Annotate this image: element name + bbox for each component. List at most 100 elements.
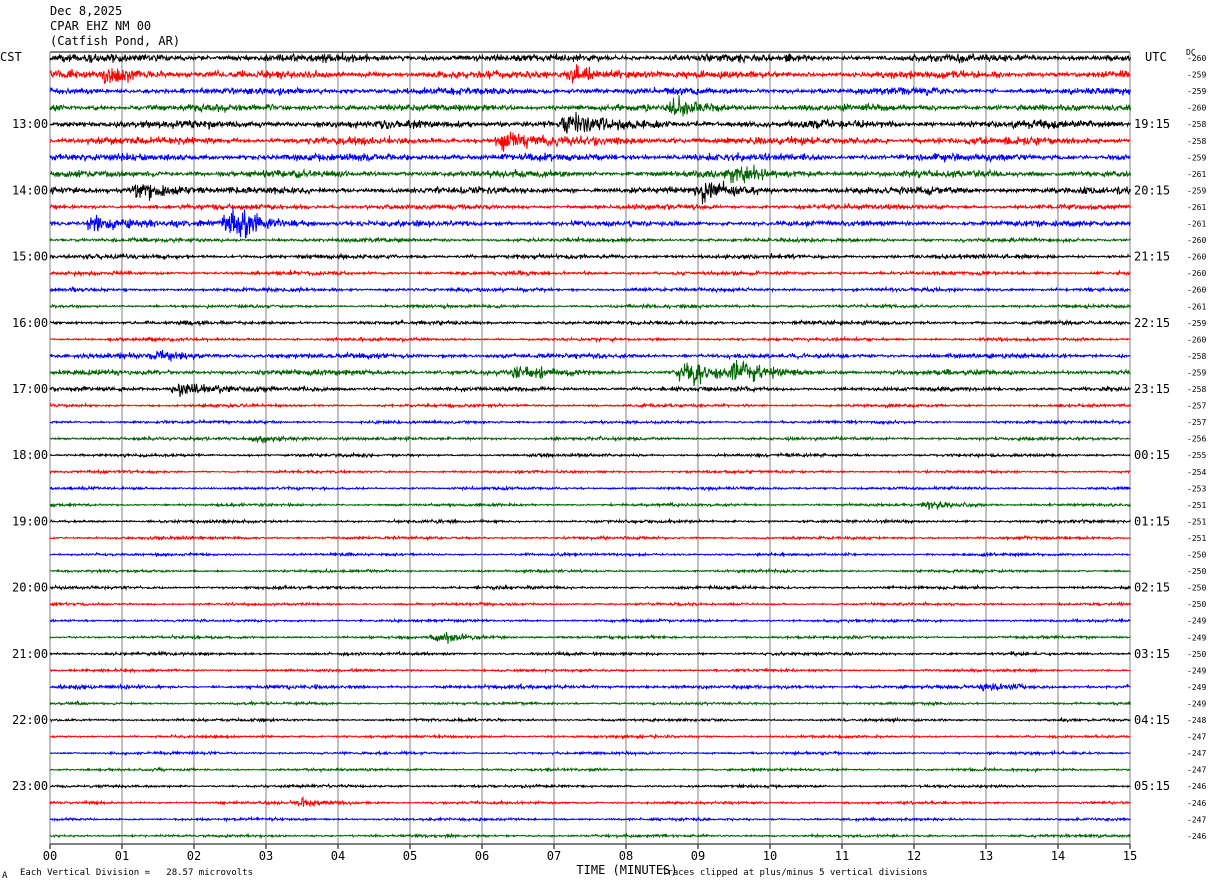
x-tick-label: 11 [835, 849, 849, 863]
x-tick-label: 01 [115, 849, 129, 863]
dc-offset-label: -251 [1187, 534, 1206, 543]
cst-time-label: 22:00 [12, 713, 48, 727]
station-code: CPAR EHZ NM 00 [50, 19, 152, 33]
dc-offset-label: -259 [1187, 153, 1206, 162]
trace-row [49, 782, 1131, 790]
dc-offset-label: -250 [1187, 567, 1206, 576]
utc-time-label: 02:15 [1134, 581, 1170, 595]
dc-offset-label: -246 [1187, 782, 1206, 791]
dc-offset-label: -260 [1187, 236, 1206, 245]
utc-time-label: 03:15 [1134, 647, 1170, 661]
cst-axis-label: CST [0, 50, 22, 64]
dc-offset-label: -261 [1187, 302, 1206, 311]
dc-offset-label: -259 [1187, 319, 1206, 328]
utc-axis-label: UTC [1145, 50, 1167, 64]
dc-offset-label: -250 [1187, 584, 1206, 593]
x-tick-label: 06 [475, 849, 489, 863]
trace-row [49, 52, 1131, 65]
utc-time-label: 05:15 [1134, 779, 1170, 793]
x-tick-label: 09 [691, 849, 705, 863]
dc-offset-label: -248 [1187, 716, 1206, 725]
trace-row [49, 699, 1131, 707]
trace-row [49, 682, 1131, 692]
trace-row [49, 484, 1131, 493]
x-tick-label: 14 [1051, 849, 1065, 863]
dc-offset-label: -260 [1187, 269, 1206, 278]
trace-row [50, 285, 1131, 294]
dc-label: DC [1186, 48, 1196, 57]
x-tick-label: 07 [547, 849, 561, 863]
trace-row [49, 111, 1131, 134]
cst-time-label: 16:00 [12, 316, 48, 330]
clip-note: Traces clipped at plus/minus 5 vertical … [662, 868, 928, 878]
x-tick-label: 08 [619, 849, 633, 863]
dc-offset-label: -261 [1187, 170, 1206, 179]
cst-time-label: 19:00 [12, 514, 48, 528]
trace-row [49, 500, 1131, 511]
trace-row [49, 236, 1131, 244]
trace-row [49, 95, 1131, 117]
dc-offset-label: -258 [1187, 385, 1206, 394]
cst-time-label: 13:00 [12, 117, 48, 131]
trace-row [49, 517, 1131, 525]
trace-row [49, 451, 1131, 459]
dc-offset-label: -260 [1187, 335, 1206, 344]
helicorder-plot: 00 01 02 03 04 05 06 07 08 09 10 11 12 13 14 15TIME (MI… [12, 51, 1206, 877]
dc-offset-label: -247 [1187, 749, 1206, 758]
trace-row [49, 468, 1131, 476]
dc-offset-label: -253 [1187, 484, 1206, 493]
cst-time-label: 15:00 [12, 250, 48, 264]
x-tick-label: 10 [763, 849, 777, 863]
cst-time-label: 14:00 [12, 183, 48, 197]
trace-row [49, 600, 1131, 608]
trace-row [49, 402, 1131, 410]
x-tick-label: 13 [979, 849, 993, 863]
trace-row [49, 583, 1131, 592]
trace-row [49, 617, 1131, 624]
dc-offset-label: -249 [1187, 617, 1206, 626]
trace-row [49, 202, 1131, 212]
trace-row [49, 749, 1131, 757]
cst-time-label: 23:00 [12, 779, 48, 793]
dc-offset-label: -260 [1187, 286, 1206, 295]
trace-row [49, 716, 1131, 724]
trace-row [49, 64, 1131, 84]
trace-row [49, 164, 1131, 184]
dc-offset-label: -250 [1187, 650, 1206, 659]
x-tick-label: 04 [331, 849, 345, 863]
dc-offset-label: -259 [1187, 186, 1206, 195]
dc-offset-label: -246 [1187, 832, 1206, 841]
dc-offset-label: -246 [1187, 799, 1206, 808]
trace-row [49, 151, 1131, 164]
cst-time-label: 21:00 [12, 647, 48, 661]
dc-offset-label: -256 [1187, 435, 1206, 444]
trace-row [49, 318, 1131, 327]
x-tick-label: 02 [187, 849, 201, 863]
station-location: (Catfish Pond, AR) [50, 34, 181, 48]
x-tick-label: 00 [43, 849, 57, 863]
trace-row [49, 268, 1131, 278]
dc-offset-label: -249 [1187, 683, 1206, 692]
cst-time-label: 17:00 [12, 382, 48, 396]
trace-row [49, 418, 1131, 426]
dc-offset-label: -258 [1187, 120, 1206, 129]
utc-time-label: 22:15 [1134, 316, 1170, 330]
dc-offset-label: -249 [1187, 699, 1206, 708]
utc-time-label: 20:15 [1134, 183, 1170, 197]
trace-row [49, 207, 1131, 239]
utc-time-label: 01:15 [1134, 514, 1170, 528]
scale-note: Each Vertical Division = 28.57 microvolt… [20, 868, 253, 878]
dc-offset-label: -250 [1187, 551, 1206, 560]
utc-time-label: 00:15 [1134, 448, 1170, 462]
utc-time-label: 04:15 [1134, 713, 1170, 727]
x-tick-label: 05 [403, 849, 417, 863]
trace-row [49, 832, 1131, 840]
trace-row [49, 434, 1131, 444]
trace-row [49, 349, 1131, 362]
dc-offset-label: -251 [1187, 501, 1206, 510]
dc-offset-label: -249 [1187, 633, 1206, 642]
trace-row [49, 383, 1131, 398]
trace-row [49, 650, 1131, 658]
dc-offset-label: -247 [1187, 733, 1206, 742]
cst-time-label: 18:00 [12, 448, 48, 462]
